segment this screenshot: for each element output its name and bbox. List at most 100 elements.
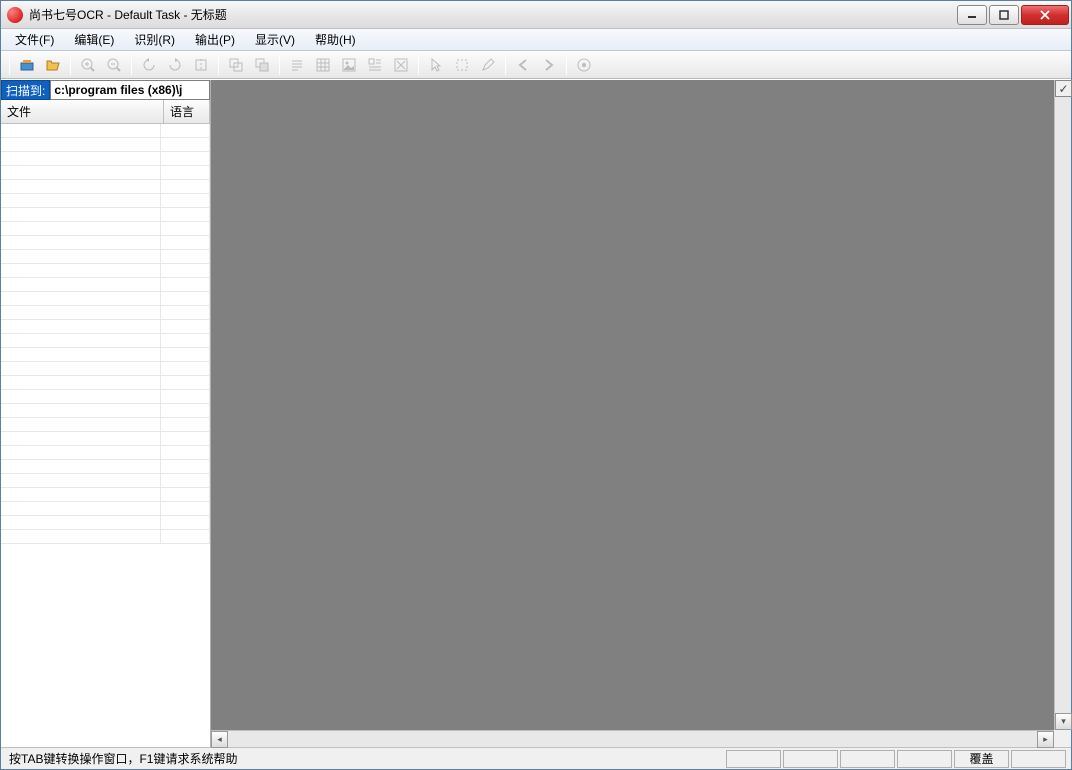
- rotate-right-icon: [167, 57, 183, 73]
- zoom-in-icon: [80, 57, 96, 73]
- prev-button[interactable]: [511, 53, 535, 77]
- pointer-button[interactable]: [424, 53, 448, 77]
- table-row: [1, 222, 210, 236]
- open-button[interactable]: [41, 53, 65, 77]
- toolbar-separator: [418, 55, 419, 75]
- layout-text-button[interactable]: [285, 53, 309, 77]
- toolbar-separator: [9, 55, 10, 75]
- table-row: [1, 488, 210, 502]
- menu-recognize[interactable]: 识别(R): [124, 28, 185, 51]
- status-pane-4: [897, 750, 952, 768]
- scan-label: 扫描到:: [1, 80, 50, 100]
- region-add-icon: [228, 57, 244, 73]
- table-row: [1, 236, 210, 250]
- zoom-out-button[interactable]: [102, 53, 126, 77]
- scroll-track[interactable]: [228, 731, 1037, 747]
- flip-button[interactable]: [189, 53, 213, 77]
- table-row: [1, 432, 210, 446]
- table-row: [1, 348, 210, 362]
- layout-mixed-button[interactable]: [363, 53, 387, 77]
- scan-destination-row: 扫描到: c:\program files (x86)\j: [1, 80, 210, 100]
- zoom-in-button[interactable]: [76, 53, 100, 77]
- menu-edit[interactable]: 编辑(E): [64, 28, 124, 51]
- table-row: [1, 502, 210, 516]
- scroll-left-button[interactable]: ◂: [211, 731, 228, 748]
- menu-file[interactable]: 文件(F): [5, 28, 64, 51]
- toolbar-separator: [218, 55, 219, 75]
- menu-output[interactable]: 输出(P): [185, 28, 245, 51]
- region-remove-button[interactable]: [250, 53, 274, 77]
- status-pane-3: [840, 750, 895, 768]
- table-row: [1, 460, 210, 474]
- sidebar: 扫描到: c:\program files (x86)\j 文件 语言: [1, 80, 211, 747]
- statusbar: 按TAB键转换操作窗口，F1键请求系统帮助 覆盖: [1, 747, 1071, 769]
- layout-clear-button[interactable]: [389, 53, 413, 77]
- toolbar-separator: [70, 55, 71, 75]
- scroll-right-button[interactable]: ▸: [1037, 731, 1054, 748]
- horizontal-scrollbar[interactable]: ◂ ▸: [211, 730, 1054, 747]
- file-table-header: 文件 语言: [1, 100, 210, 124]
- minimize-icon: [967, 10, 977, 20]
- status-pane-6: [1011, 750, 1066, 768]
- rotate-left-button[interactable]: [137, 53, 161, 77]
- content-area: 扫描到: c:\program files (x86)\j 文件 语言: [1, 79, 1071, 747]
- scan-path-field[interactable]: c:\program files (x86)\j: [50, 80, 210, 100]
- vertical-scrollbar[interactable]: ✓ ▾: [1054, 80, 1071, 730]
- table-row: [1, 180, 210, 194]
- layout-image-button[interactable]: [337, 53, 361, 77]
- pen-button[interactable]: [476, 53, 500, 77]
- maximize-button[interactable]: [989, 5, 1019, 25]
- scroll-top-check-icon[interactable]: ✓: [1055, 80, 1072, 97]
- recognize-button[interactable]: [572, 53, 596, 77]
- next-button[interactable]: [537, 53, 561, 77]
- menu-help[interactable]: 帮助(H): [305, 28, 366, 51]
- close-icon: [1039, 10, 1051, 20]
- status-pane-overwrite: 覆盖: [954, 750, 1009, 768]
- arrow-right-icon: [541, 57, 557, 73]
- close-button[interactable]: [1021, 5, 1069, 25]
- titlebar[interactable]: 尚书七号OCR - Default Task - 无标题: [1, 1, 1071, 29]
- recognize-icon: [576, 57, 592, 73]
- table-row: [1, 166, 210, 180]
- image-canvas[interactable]: [211, 80, 1071, 747]
- rotate-right-button[interactable]: [163, 53, 187, 77]
- window-controls: [957, 5, 1069, 25]
- layout-table-button[interactable]: [311, 53, 335, 77]
- layout-image-icon: [341, 57, 357, 73]
- scan-button[interactable]: [15, 53, 39, 77]
- select-region-button[interactable]: [450, 53, 474, 77]
- minimize-button[interactable]: [957, 5, 987, 25]
- toolbar-separator: [566, 55, 567, 75]
- table-row: [1, 138, 210, 152]
- pen-icon: [480, 57, 496, 73]
- col-header-file[interactable]: 文件: [1, 100, 164, 123]
- toolbar-separator: [505, 55, 506, 75]
- file-table-body[interactable]: [1, 124, 210, 747]
- table-row: [1, 264, 210, 278]
- zoom-out-icon: [106, 57, 122, 73]
- layout-mixed-icon: [367, 57, 383, 73]
- col-header-language[interactable]: 语言: [164, 100, 210, 123]
- table-row: [1, 320, 210, 334]
- pointer-icon: [428, 57, 444, 73]
- app-icon: [7, 7, 23, 23]
- scroll-track[interactable]: [1055, 97, 1071, 713]
- main-pane: ✓ ▾ ◂ ▸: [211, 80, 1071, 747]
- toolbar-separator: [279, 55, 280, 75]
- region-remove-icon: [254, 57, 270, 73]
- status-hint: 按TAB键转换操作窗口，F1键请求系统帮助: [5, 750, 725, 767]
- table-row: [1, 530, 210, 544]
- flip-icon: [193, 57, 209, 73]
- table-row: [1, 208, 210, 222]
- table-row: [1, 362, 210, 376]
- rotate-left-icon: [141, 57, 157, 73]
- layout-table-icon: [315, 57, 331, 73]
- menu-view[interactable]: 显示(V): [245, 28, 305, 51]
- table-row: [1, 418, 210, 432]
- region-add-button[interactable]: [224, 53, 248, 77]
- table-row: [1, 250, 210, 264]
- menubar: 文件(F) 编辑(E) 识别(R) 输出(P) 显示(V) 帮助(H): [1, 29, 1071, 51]
- scroll-down-button[interactable]: ▾: [1055, 713, 1072, 730]
- app-window: 尚书七号OCR - Default Task - 无标题 文件(F) 编辑(E)…: [0, 0, 1072, 770]
- table-row: [1, 474, 210, 488]
